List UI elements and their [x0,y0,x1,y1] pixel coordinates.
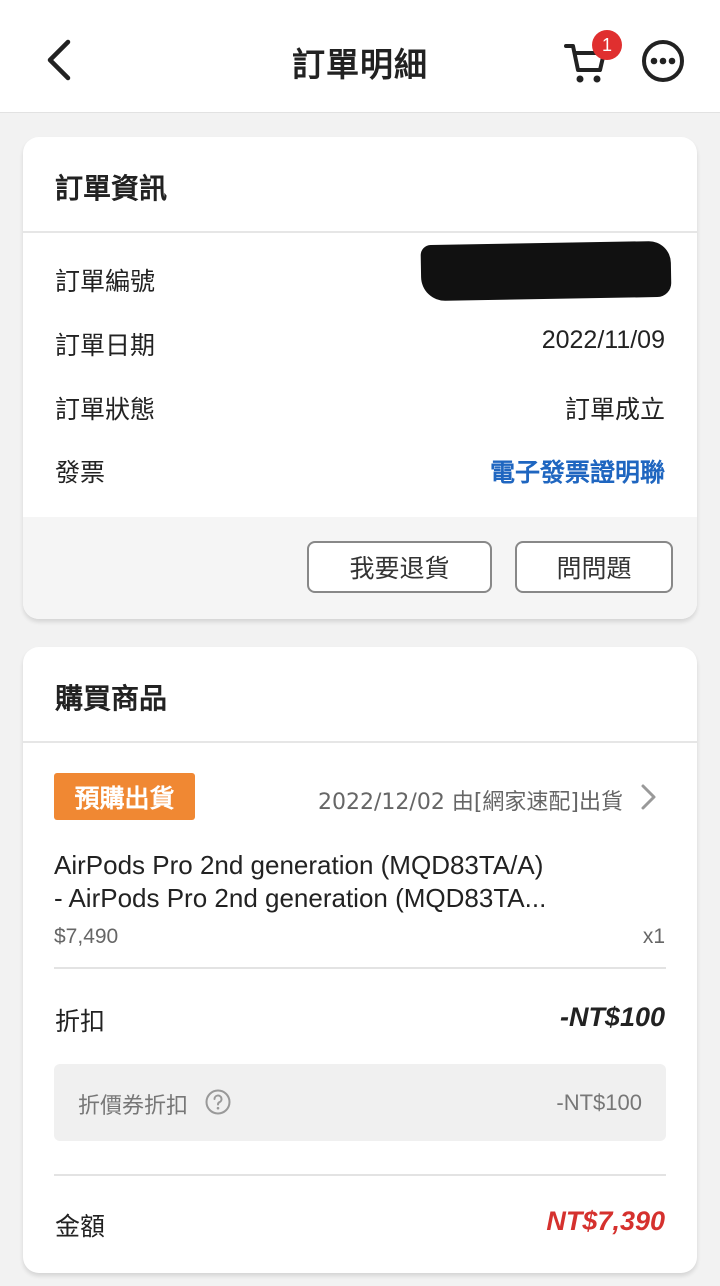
order-date-label: 訂單日期 [55,331,156,360]
order-info-card: 訂單資訊 訂單編號 20221109055882 訂單日期 2022/11/09… [23,137,697,619]
coupon-value: -NT$100 [556,1090,642,1115]
top-bar: 訂單明細 1 [0,0,720,113]
divider [23,741,697,743]
shipping-info[interactable]: 2022/12/02 由[網家速配]出貨 [318,784,623,816]
more-options-button[interactable] [640,38,686,84]
order-info-title: 訂單資訊 [55,172,168,205]
return-button[interactable]: 我要退貨 [307,541,492,593]
coupon-discount-box: 折價券折扣 -NT$100 [54,1064,666,1141]
more-horizontal-icon [642,40,684,82]
cart-button[interactable]: 1 [560,30,622,90]
product-name-line: AirPods Pro 2nd generation (MQD83TA/A) [54,850,544,880]
divider [54,1174,666,1176]
order-actions: 我要退貨 問問題 [23,517,697,619]
preorder-badge: 預購出貨 [54,773,195,820]
purchase-card: 購買商品 預購出貨 2022/12/02 由[網家速配]出貨 AirPods P… [23,647,697,1273]
discount-value: -NT$100 [559,1002,665,1032]
discount-label: 折扣 [55,1007,106,1036]
total-amount: NT$7,390 [546,1206,665,1236]
product-price: $7,490 [54,925,119,948]
chevron-right-icon[interactable] [637,783,661,811]
product-name-line: - AirPods Pro 2nd generation (MQD83TA... [54,883,547,913]
invoice-link[interactable]: 電子發票證明聯 [490,453,665,489]
order-number-row: 訂單編號 20221109055882 [23,233,697,313]
order-status-label: 訂單狀態 [55,395,156,424]
product-name[interactable]: AirPods Pro 2nd generation (MQD83TA/A) -… [54,849,674,915]
divider [54,967,666,969]
purchase-title: 購買商品 [55,682,168,715]
help-icon[interactable] [204,1088,232,1116]
invoice-label: 發票 [55,458,106,487]
order-date-value: 2022/11/09 [541,326,665,354]
redaction-mark [420,240,672,302]
total-label: 金額 [55,1212,106,1241]
coupon-label: 折價券折扣 [78,1094,189,1119]
cart-count-badge: 1 [592,30,622,60]
product-quantity: x1 [642,925,665,948]
order-status-value: 訂單成立 [564,395,665,424]
order-number-label: 訂單編號 [55,267,156,296]
ask-question-button[interactable]: 問問題 [515,541,673,593]
